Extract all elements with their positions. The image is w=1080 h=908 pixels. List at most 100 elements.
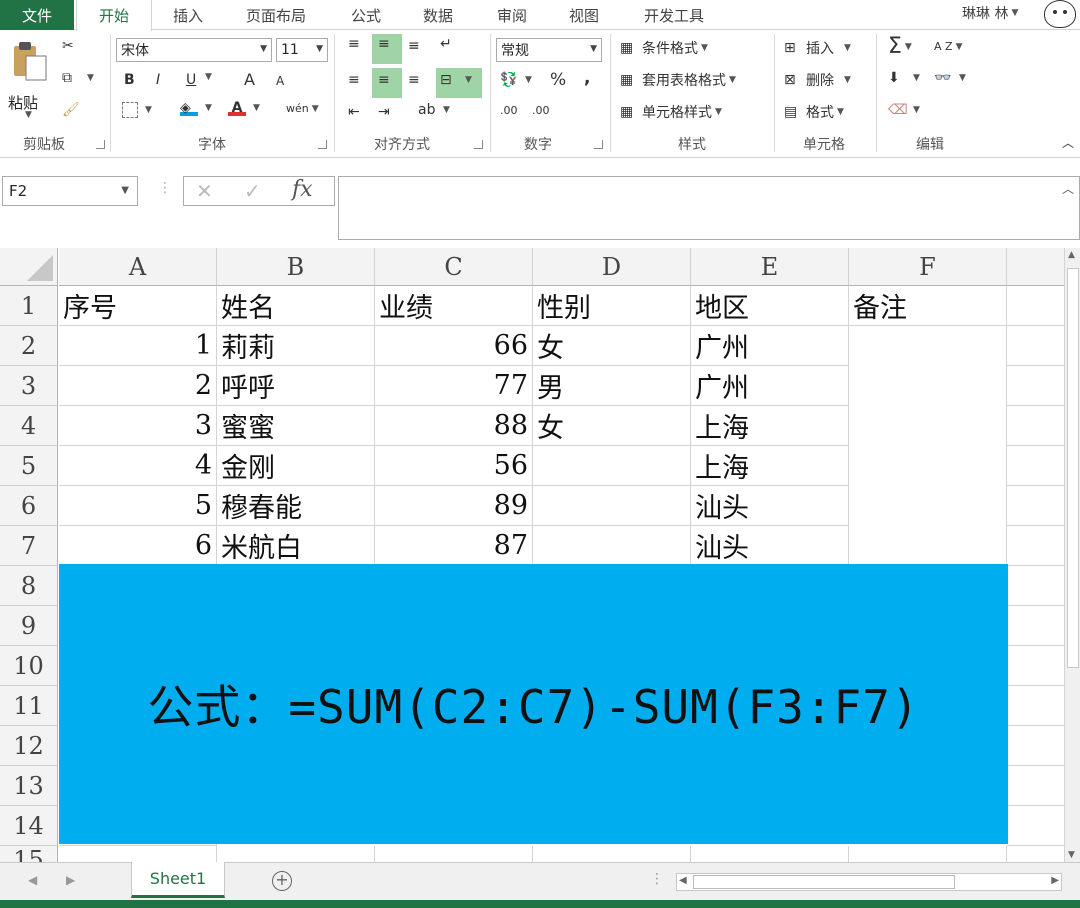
empty-cell[interactable] <box>1007 806 1064 846</box>
font-color-button[interactable]: A ▼ <box>228 100 260 116</box>
insert-cells-button[interactable]: ⊞ 插入 ▼ <box>784 38 851 58</box>
align-right-button[interactable]: ≡ <box>408 72 430 88</box>
bold-button[interactable]: B <box>124 72 135 88</box>
empty-cell[interactable] <box>1007 766 1064 806</box>
select-all-button[interactable] <box>0 248 58 286</box>
table-cell[interactable]: 89 <box>375 486 533 526</box>
autosum-button[interactable]: Σ ▼ <box>888 34 912 59</box>
table-cell[interactable]: 66 <box>375 326 533 366</box>
top-align-button[interactable]: ≡ <box>348 36 370 52</box>
delete-cells-button[interactable]: ⊠ 删除 ▼ <box>784 70 851 90</box>
collapse-ribbon-button[interactable]: ︿ <box>1062 134 1074 151</box>
empty-cell[interactable] <box>1007 566 1064 606</box>
table-cell[interactable]: 上海 <box>691 446 849 486</box>
format-as-table-button[interactable]: ▦ 套用表格格式 ▼ <box>620 70 736 90</box>
prev-sheet-icon[interactable]: ◀ <box>28 873 37 887</box>
find-select-button[interactable]: 👓 ▼ <box>934 70 966 86</box>
tab-insert[interactable]: 插入 <box>156 0 220 30</box>
horizontal-scroll-thumb[interactable] <box>693 875 955 889</box>
scroll-left-icon[interactable]: ◀ <box>679 875 687 886</box>
underline-button[interactable]: U <box>186 72 196 88</box>
vertical-scroll-thumb[interactable] <box>1067 268 1079 668</box>
column-header-d[interactable]: D <box>533 248 691 286</box>
empty-cell[interactable] <box>1007 326 1064 366</box>
header-cell-remarks[interactable]: 备注 <box>849 286 1007 326</box>
decrease-decimal-button[interactable]: .00 <box>532 104 550 117</box>
empty-cell[interactable] <box>1007 606 1064 646</box>
border-button[interactable]: ▼ <box>122 102 152 118</box>
row-header[interactable]: 3 <box>0 366 58 406</box>
table-cell[interactable]: 广州 <box>691 366 849 406</box>
empty-cell[interactable] <box>1007 526 1064 566</box>
tab-page-layout[interactable]: 页面布局 <box>232 0 320 30</box>
conditional-formatting-button[interactable]: ▦ 条件格式 ▼ <box>620 38 708 58</box>
table-cell[interactable]: 5 <box>59 486 217 526</box>
scroll-up-icon[interactable]: ▲ <box>1068 250 1075 260</box>
remarks-merged-cell[interactable] <box>849 326 1007 566</box>
percent-button[interactable]: % <box>550 70 566 90</box>
tab-split-grip[interactable]: ⋮ <box>650 871 664 887</box>
empty-cell[interactable] <box>1007 366 1064 406</box>
header-cell-name[interactable]: 姓名 <box>217 286 375 326</box>
empty-cell[interactable] <box>1007 486 1064 526</box>
font-launcher[interactable] <box>318 140 327 149</box>
tab-file[interactable]: 文件 <box>0 0 74 30</box>
row-header[interactable]: 8 <box>0 566 58 606</box>
row-header[interactable]: 2 <box>0 326 58 366</box>
font-name-select[interactable]: 宋体 ▼ <box>116 38 272 62</box>
format-cells-button[interactable]: ▤ 格式 ▼ <box>784 102 844 122</box>
increase-decimal-button[interactable]: .00 <box>500 104 518 117</box>
table-cell[interactable]: 金刚 <box>217 446 375 486</box>
table-cell[interactable]: 米航白 <box>217 526 375 566</box>
cut-button[interactable]: ✂ <box>62 38 84 54</box>
column-header-a[interactable]: A <box>59 248 217 286</box>
tab-home[interactable]: 开始 <box>76 0 152 31</box>
increase-indent-button[interactable]: ⇥ <box>378 104 400 120</box>
table-cell[interactable]: 女 <box>533 406 691 446</box>
cell-styles-button[interactable]: ▦ 单元格样式 ▼ <box>620 102 722 122</box>
column-header-e[interactable]: E <box>691 248 849 286</box>
row-header[interactable]: 4 <box>0 406 58 446</box>
phonetic-button[interactable]: wén ▼ <box>286 102 319 115</box>
empty-cell[interactable] <box>533 846 691 862</box>
row-header[interactable]: 15 <box>0 846 58 862</box>
scroll-down-icon[interactable]: ▼ <box>1068 850 1075 860</box>
empty-cell[interactable] <box>1007 446 1064 486</box>
clipboard-launcher[interactable] <box>96 140 105 149</box>
header-cell-region[interactable]: 地区 <box>691 286 849 326</box>
vertical-scrollbar[interactable]: ▲ ▼ <box>1064 248 1080 862</box>
number-format-select[interactable]: 常规 ▼ <box>496 38 602 62</box>
table-cell[interactable]: 56 <box>375 446 533 486</box>
table-cell[interactable]: 6 <box>59 526 217 566</box>
table-cell[interactable] <box>533 486 691 526</box>
empty-cell[interactable] <box>59 846 217 862</box>
fill-color-button[interactable]: ◈ ▼ <box>180 100 212 116</box>
column-header-f[interactable]: F <box>849 248 1007 286</box>
empty-cell[interactable] <box>691 846 849 862</box>
empty-cell[interactable] <box>1007 406 1064 446</box>
table-cell[interactable]: 穆春能 <box>217 486 375 526</box>
empty-cell[interactable] <box>375 846 533 862</box>
table-cell[interactable]: 蜜蜜 <box>217 406 375 446</box>
fill-button[interactable]: ⬇ ▼ <box>888 70 920 86</box>
align-left-button[interactable]: ≡ <box>348 72 370 88</box>
table-cell[interactable]: 77 <box>375 366 533 406</box>
format-painter-button[interactable]: 🖌 <box>62 102 84 118</box>
comma-button[interactable]: , <box>584 68 590 88</box>
bottom-align-button[interactable]: ≡ <box>408 38 430 54</box>
empty-cell[interactable] <box>1007 686 1064 726</box>
clear-button[interactable]: ⌫ ▼ <box>888 102 920 118</box>
merge-center-button[interactable]: ⊟ ▼ <box>440 72 472 88</box>
table-cell[interactable]: 4 <box>59 446 217 486</box>
avatar[interactable] <box>1044 0 1076 28</box>
tab-developer[interactable]: 开发工具 <box>630 0 718 30</box>
tab-view[interactable]: 视图 <box>554 0 614 30</box>
table-cell[interactable]: 2 <box>59 366 217 406</box>
sheet-tab-sheet1[interactable]: Sheet1 <box>131 862 225 898</box>
alignment-launcher[interactable] <box>474 140 483 149</box>
empty-cell[interactable] <box>1007 646 1064 686</box>
row-header[interactable]: 12 <box>0 726 58 766</box>
insert-function-button[interactable]: fx <box>292 177 313 202</box>
copy-button[interactable]: ⧉ ▼ <box>62 70 94 86</box>
table-cell[interactable]: 汕头 <box>691 526 849 566</box>
